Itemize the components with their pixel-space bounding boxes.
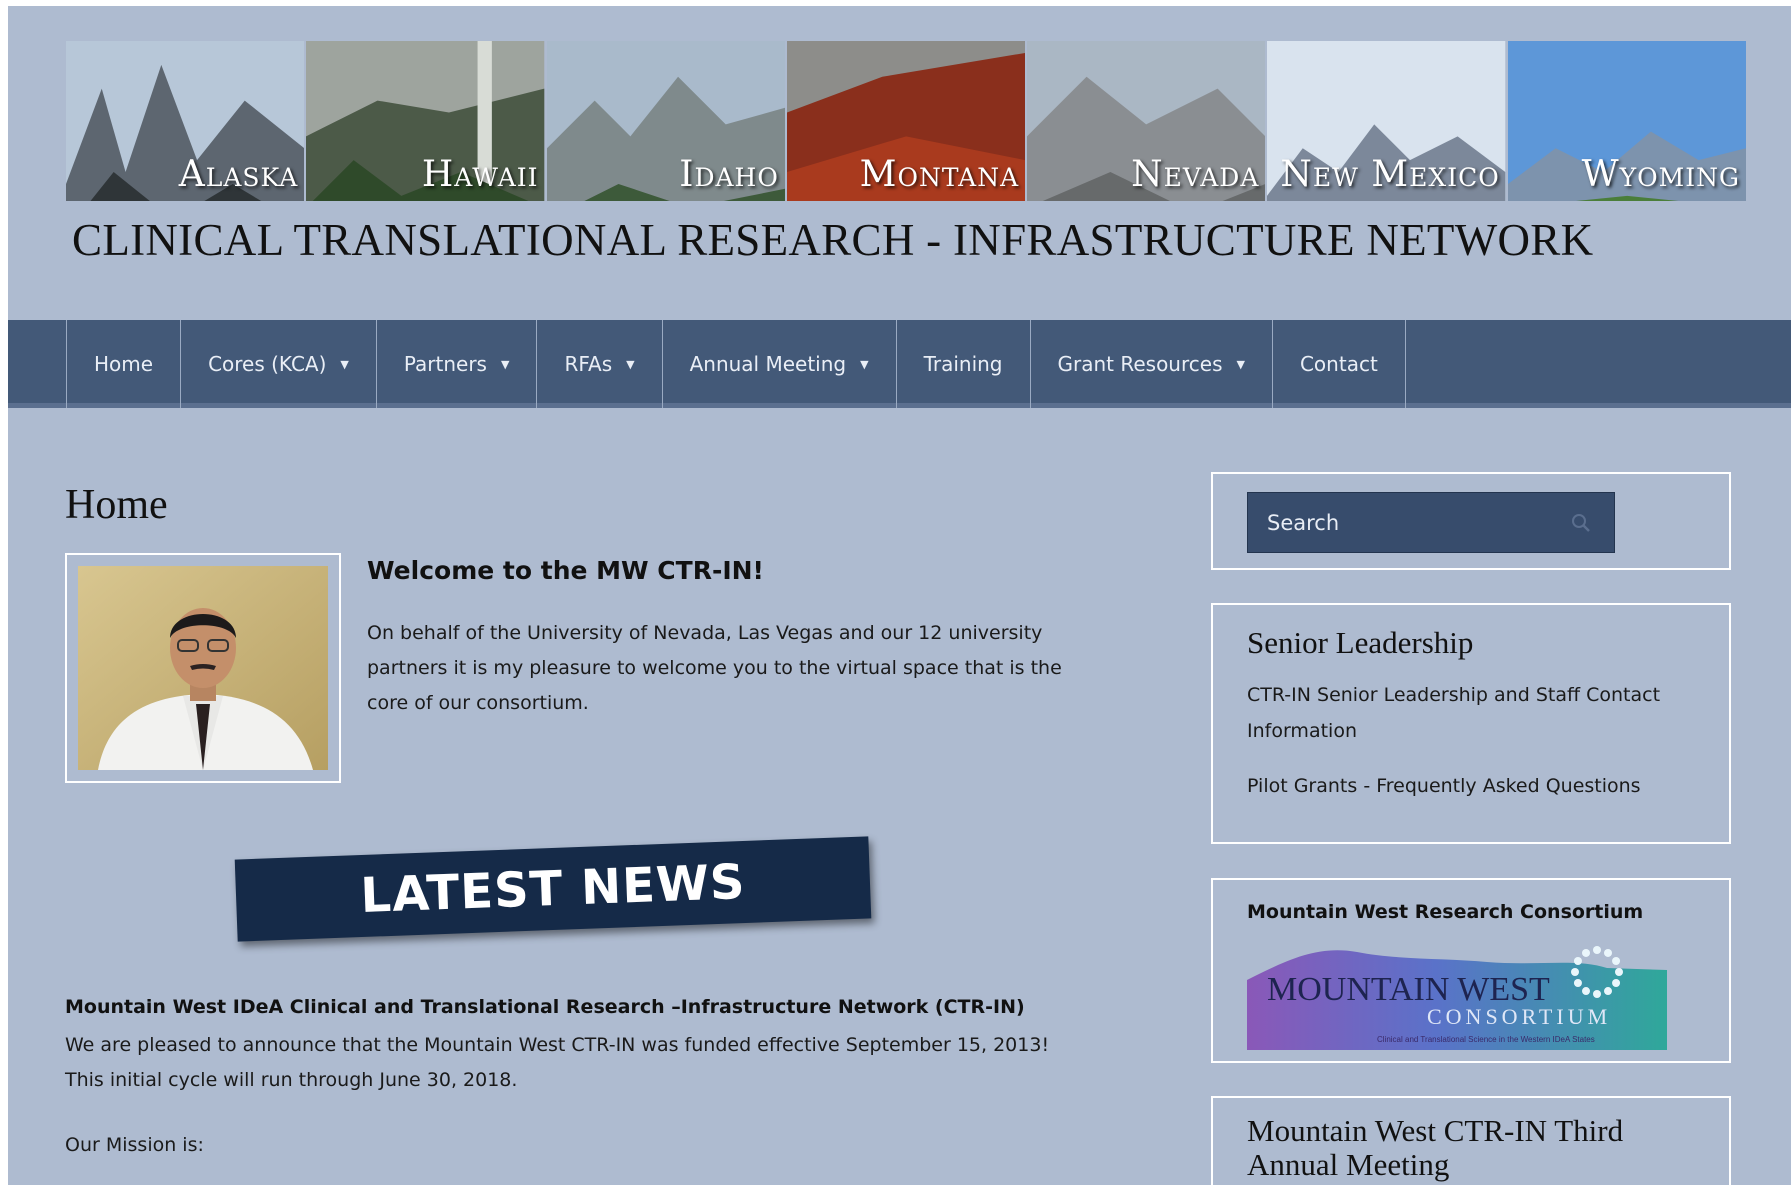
nav-item-partners[interactable]: Partners ▼ <box>375 320 537 408</box>
nav-item-label: Cores (KCA) <box>208 352 327 376</box>
state-tile-alaska: Alaska <box>66 41 305 201</box>
site-title: CLINICAL TRANSLATIONAL RESEARCH - INFRAS… <box>72 215 1594 265</box>
search-widget: Search <box>1211 472 1731 570</box>
senior-leadership-widget: Senior Leadership CTR-IN Senior Leadersh… <box>1211 603 1731 844</box>
page: Alaska Hawaii Idaho Montana Nevada New M… <box>8 6 1791 1185</box>
nav-item-label: Contact <box>1299 352 1378 376</box>
annual-meeting-widget: Mountain West CTR-IN Third Annual Meetin… <box>1211 1096 1731 1185</box>
state-label: Idaho <box>679 154 779 195</box>
nav-item-grant-resources[interactable]: Grant Resources ▼ <box>1029 320 1272 408</box>
caret-down-icon: ▼ <box>340 357 349 371</box>
state-label: Wyoming <box>1581 154 1740 195</box>
director-portrait-image <box>78 566 328 770</box>
mission-text: Our Mission is: <box>65 1134 204 1156</box>
nav-item-cores[interactable]: Cores (KCA) ▼ <box>180 320 376 408</box>
logo-line2: CONSORTIUM <box>1427 1004 1611 1029</box>
state-tile-wyoming: Wyoming <box>1507 41 1746 201</box>
leadership-contact-link[interactable]: CTR-IN Senior Leadership and Staff Conta… <box>1247 677 1687 749</box>
widget-title: Mountain West Research Consortium <box>1247 901 1644 923</box>
welcome-heading: Welcome to the MW CTR-IN! <box>367 556 764 585</box>
widget-title[interactable]: Mountain West CTR-IN Third Annual Meetin… <box>1247 1114 1707 1182</box>
state-label: Alaska <box>178 154 299 195</box>
logo-tagline: Clinical and Translational Science in th… <box>1377 1035 1595 1044</box>
caret-down-icon: ▼ <box>500 357 510 371</box>
nav-item-label: Training <box>923 352 1003 376</box>
nav-item-training[interactable]: Training <box>895 320 1030 408</box>
state-label: Hawaii <box>421 154 539 195</box>
state-label: Montana <box>859 154 1020 195</box>
search-input[interactable]: Search <box>1247 492 1615 553</box>
consortium-widget: Mountain West Research Consortium MOUNTA… <box>1211 878 1731 1063</box>
caret-down-icon: ▼ <box>860 357 869 371</box>
latest-news-banner: LATEST NEWS <box>234 836 872 942</box>
welcome-text: On behalf of the University of Nevada, L… <box>367 622 1062 714</box>
state-label: Nevada <box>1131 154 1260 195</box>
nav-item-rfas[interactable]: RFAs ▼ <box>536 320 661 408</box>
latest-news-label: LATEST NEWS <box>359 853 747 925</box>
pilot-grants-faq-link[interactable]: Pilot Grants - Frequently Asked Question… <box>1247 768 1687 804</box>
nav-item-home[interactable]: Home <box>66 320 180 408</box>
mountain-west-consortium-logo[interactable]: MOUNTAIN WEST CONSORTIUM Clinical and Tr… <box>1247 940 1667 1050</box>
caret-down-icon: ▼ <box>626 357 635 371</box>
news-body: We are pleased to announce that the Moun… <box>65 1034 1050 1091</box>
state-tile-new-mexico: New Mexico <box>1267 41 1506 201</box>
nav-item-label: Annual Meeting <box>689 352 847 376</box>
logo-line1: MOUNTAIN WEST <box>1267 971 1550 1008</box>
state-tile-nevada: Nevada <box>1027 41 1266 201</box>
state-label: New Mexico <box>1280 154 1500 195</box>
portrait-frame <box>65 553 341 783</box>
search-icon[interactable] <box>1570 512 1592 534</box>
page-title: Home <box>65 482 168 528</box>
search-placeholder: Search <box>1267 510 1340 535</box>
state-banner: Alaska Hawaii Idaho Montana Nevada New M… <box>66 41 1746 201</box>
widget-title: Senior Leadership <box>1247 625 1474 660</box>
state-tile-montana: Montana <box>786 41 1026 201</box>
nav-item-contact[interactable]: Contact <box>1271 320 1406 408</box>
state-tile-idaho: Idaho <box>546 41 785 201</box>
nav-item-annual-meeting[interactable]: Annual Meeting ▼ <box>661 320 896 408</box>
main-navigation: Home Cores (KCA) ▼ Partners ▼ RFAs ▼ Ann… <box>8 320 1791 408</box>
news-heading: Mountain West IDeA Clinical and Translat… <box>65 996 1025 1018</box>
caret-down-icon: ▼ <box>1236 357 1245 371</box>
nav-item-label: Grant Resources <box>1057 352 1223 376</box>
nav-item-label: Home <box>94 352 154 376</box>
state-tile-hawaii: Hawaii <box>306 41 545 201</box>
nav-item-label: Partners <box>403 352 487 376</box>
nav-item-label: RFAs <box>564 352 613 376</box>
